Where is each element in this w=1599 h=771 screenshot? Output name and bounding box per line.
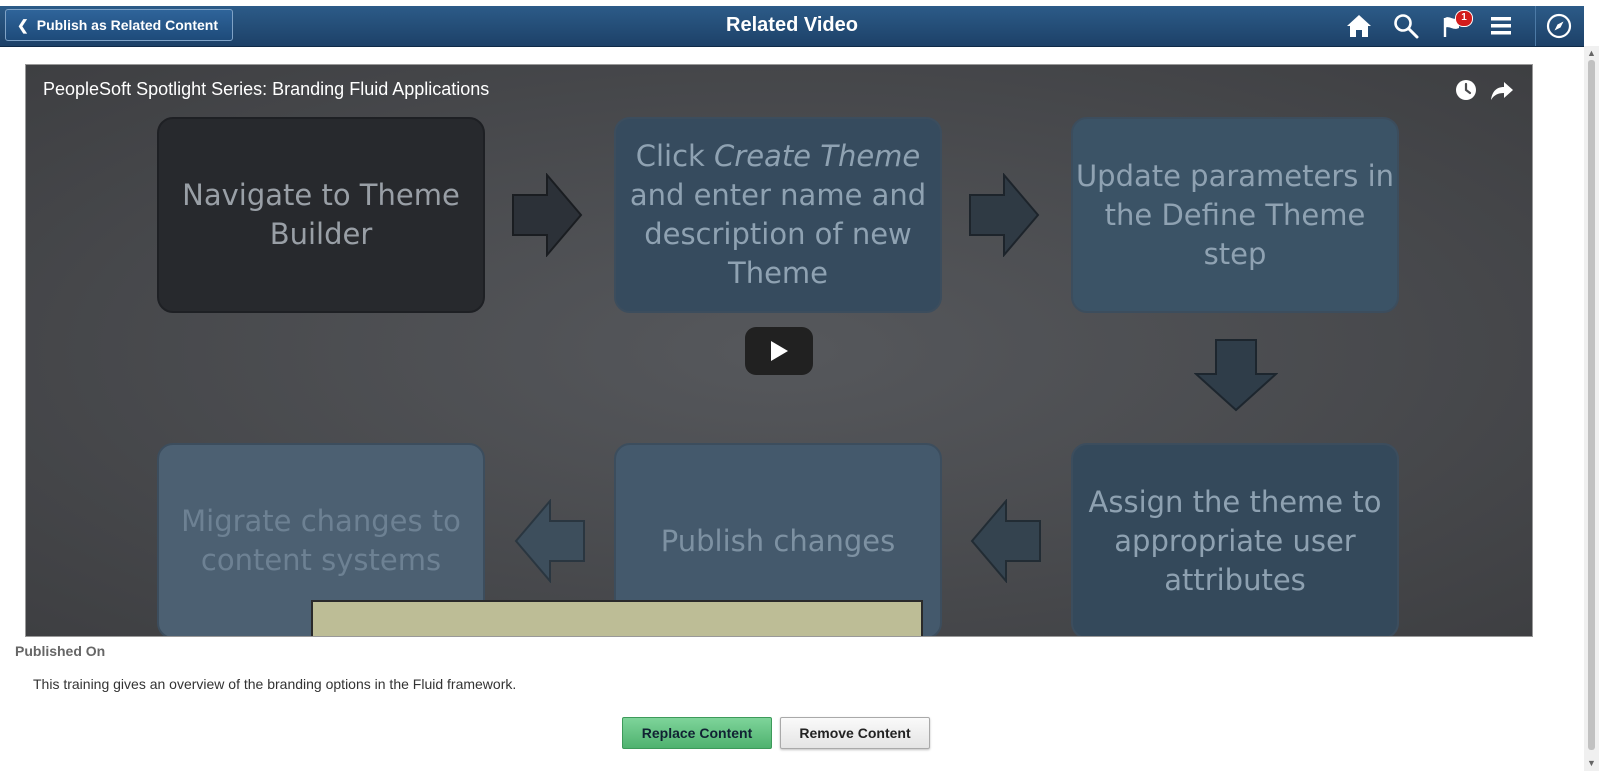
arrow-left-icon xyxy=(514,499,585,583)
video-player[interactable]: Navigate to Theme Builder Click Create T… xyxy=(25,64,1533,637)
slide-step-3-text: Update parameters in the Define Theme st… xyxy=(1075,158,1395,271)
slide-step-6-text: Migrate changes to content systems xyxy=(181,504,461,577)
video-title[interactable]: PeopleSoft Spotlight Series: Branding Fl… xyxy=(43,79,489,100)
scroll-up-icon[interactable]: ▲ xyxy=(1587,48,1596,58)
share-icon[interactable] xyxy=(1489,77,1515,103)
play-icon xyxy=(771,341,788,361)
header-separator xyxy=(1535,6,1536,46)
slide-step-2-prefix: Click xyxy=(635,139,715,173)
navbar-icon[interactable] xyxy=(1545,12,1573,40)
slide-step-2-text: Click Create Theme and enter name and de… xyxy=(616,137,940,293)
arrow-left-icon xyxy=(970,499,1041,583)
scroll-down-icon[interactable]: ▼ xyxy=(1587,758,1596,768)
video-description: This training gives an overview of the b… xyxy=(33,676,517,692)
watch-later-icon[interactable] xyxy=(1453,77,1479,103)
slide-step-1: Navigate to Theme Builder xyxy=(157,117,485,313)
scrollbar-thumb[interactable] xyxy=(1588,60,1595,750)
home-icon[interactable] xyxy=(1345,12,1373,40)
slide-step-2-emphasis: Create Theme xyxy=(714,139,921,173)
search-icon[interactable] xyxy=(1392,12,1420,40)
notifications-button[interactable]: 1 xyxy=(1439,10,1473,40)
app-header: ❮ Publish as Related Content Related Vid… xyxy=(0,6,1584,47)
remove-content-button[interactable]: Remove Content xyxy=(780,717,930,749)
slide-step-2-suffix: and enter name and description of new Th… xyxy=(629,178,927,290)
slide-step-4: Assign the theme to appropriate user att… xyxy=(1071,443,1399,636)
slide-step-5-text: Publish changes xyxy=(660,523,896,558)
notification-badge: 1 xyxy=(1455,10,1473,27)
vertical-scrollbar[interactable]: ▲ ▼ xyxy=(1584,46,1599,771)
slide-caption-box xyxy=(311,600,923,636)
slide-step-4-text: Assign the theme to appropriate user att… xyxy=(1088,484,1382,597)
menu-icon[interactable] xyxy=(1487,12,1515,40)
slide-step-2: Click Create Theme and enter name and de… xyxy=(614,117,942,313)
arrow-right-icon xyxy=(969,173,1040,257)
arrow-right-icon xyxy=(512,173,583,257)
slide-step-3: Update parameters in the Define Theme st… xyxy=(1071,117,1399,313)
replace-content-button[interactable]: Replace Content xyxy=(622,717,772,749)
slide-step-1-text: Navigate to Theme Builder xyxy=(182,178,460,251)
arrow-down-icon xyxy=(1194,339,1278,412)
published-on-label: Published On xyxy=(15,643,106,659)
play-button[interactable] xyxy=(745,327,813,375)
